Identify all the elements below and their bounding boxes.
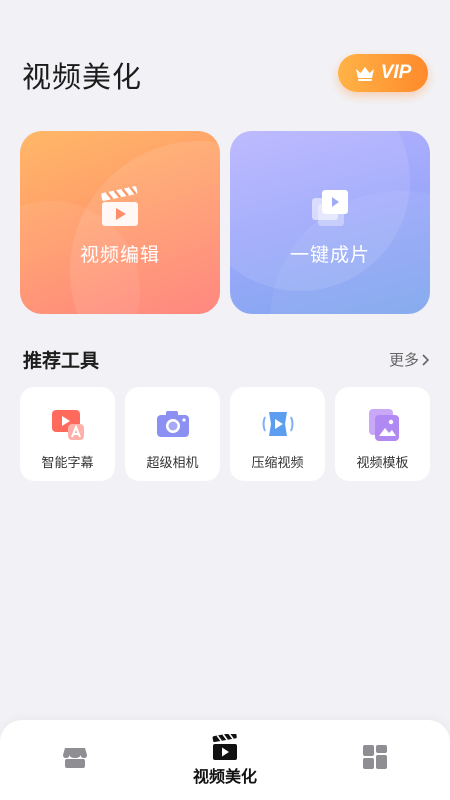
compress-video-icon	[262, 412, 293, 436]
tab-apps[interactable]	[300, 720, 450, 800]
tool-label: 超级相机	[146, 456, 199, 471]
tool-label: 智能字幕	[41, 456, 94, 471]
vip-button[interactable]: VIP	[338, 54, 428, 92]
tab-store[interactable]	[0, 720, 150, 800]
video-edit-card[interactable]: 视频编辑	[20, 131, 220, 314]
bottom-tab-bar: 视频美化	[0, 720, 450, 800]
stacked-video-icon	[312, 190, 348, 226]
clapperboard-icon	[212, 734, 237, 760]
clapperboard-play-icon	[101, 186, 138, 226]
smart-subtitle-icon	[51, 410, 84, 440]
more-label: 更多	[389, 351, 420, 369]
chevron-right-icon	[422, 353, 430, 366]
tab-video-beautify[interactable]: 视频美化	[150, 720, 300, 800]
crown-icon	[355, 67, 374, 81]
tool-label: 压缩视频	[251, 456, 304, 471]
tool-super-camera[interactable]: 超级相机	[125, 387, 220, 481]
tab-label: 视频美化	[192, 767, 257, 786]
section-title: 推荐工具	[23, 350, 100, 372]
tool-smart-subtitle[interactable]: 智能字幕	[20, 387, 115, 481]
tool-label: 视频模板	[356, 456, 409, 471]
video-edit-label: 视频编辑	[79, 244, 160, 266]
page-title: 视频美化	[22, 60, 143, 94]
vip-label: VIP	[380, 62, 412, 83]
tool-video-template[interactable]: 视频模板	[335, 387, 430, 481]
one-click-label: 一键成片	[289, 244, 370, 266]
more-link[interactable]: 更多	[389, 349, 430, 370]
grid-apps-icon	[363, 745, 387, 769]
one-click-card[interactable]: 一键成片	[230, 131, 430, 314]
video-template-icon	[368, 409, 399, 441]
camera-icon	[156, 411, 189, 437]
tool-compress-video[interactable]: 压缩视频	[230, 387, 325, 481]
store-icon	[63, 748, 87, 768]
header: 视频美化 VIP	[0, 0, 450, 110]
